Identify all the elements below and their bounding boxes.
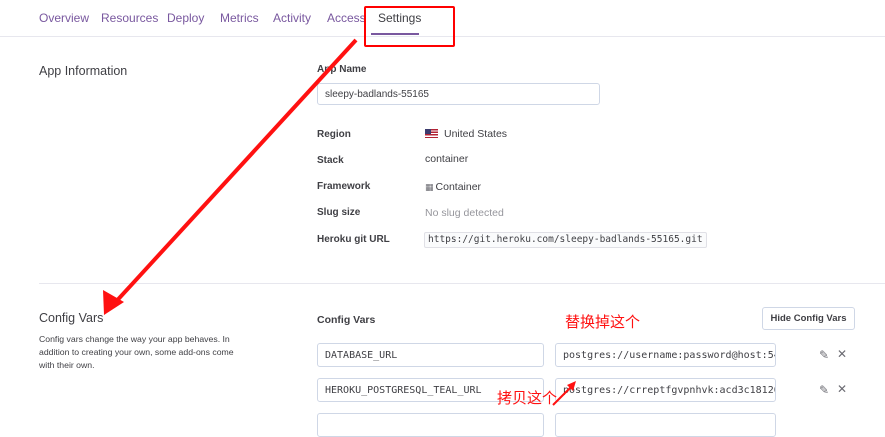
region-value: United States bbox=[425, 128, 507, 140]
config-value-input[interactable]: postgres://username:password@host:5432 bbox=[555, 343, 776, 367]
arrow-to-config-vars bbox=[110, 38, 358, 308]
git-url-label: Heroku git URL bbox=[317, 234, 390, 245]
config-vars-section-title: Config Vars bbox=[39, 311, 104, 325]
tab-access[interactable]: Access bbox=[327, 11, 366, 25]
config-value-input[interactable]: postgres://crreptfgvpnhvk:acd3c181206c bbox=[555, 378, 776, 402]
stack-value: container bbox=[425, 153, 469, 165]
region-text: United States bbox=[444, 128, 508, 140]
tab-metrics[interactable]: Metrics bbox=[220, 11, 259, 25]
delete-icon[interactable]: ✕ bbox=[837, 347, 847, 361]
framework-value: ▦ Container bbox=[425, 181, 481, 193]
container-icon: ▦ bbox=[425, 182, 434, 192]
framework-label: Framework bbox=[317, 181, 371, 192]
slug-size-label: Slug size bbox=[317, 207, 361, 218]
us-flag-icon bbox=[425, 129, 438, 138]
config-vars-table-title: Config Vars bbox=[317, 314, 376, 326]
annotation-copy-this: 拷贝这个 bbox=[497, 389, 558, 407]
edit-icon[interactable]: ✎ bbox=[819, 348, 829, 362]
slug-size-value: No slug detected bbox=[425, 207, 504, 219]
annotation-replace-this: 替换掉这个 bbox=[565, 313, 641, 331]
hide-config-vars-button[interactable]: Hide Config Vars bbox=[762, 307, 855, 330]
framework-text: Container bbox=[435, 181, 482, 193]
delete-icon[interactable]: ✕ bbox=[837, 382, 847, 396]
edit-icon[interactable]: ✎ bbox=[819, 383, 829, 397]
section-divider bbox=[39, 283, 885, 284]
arrowhead-config-vars bbox=[103, 290, 124, 315]
settings-highlight-box bbox=[364, 6, 455, 47]
app-information-title: App Information bbox=[39, 64, 128, 78]
config-key-input[interactable]: DATABASE_URL bbox=[317, 343, 544, 367]
app-name-input[interactable]: sleepy-badlands-55165 bbox=[317, 83, 600, 105]
region-label: Region bbox=[317, 129, 351, 140]
stack-label: Stack bbox=[317, 155, 344, 166]
config-vars-description: Config vars change the way your app beha… bbox=[39, 334, 234, 370]
tab-deploy[interactable]: Deploy bbox=[167, 11, 204, 25]
tab-overview[interactable]: Overview bbox=[39, 11, 89, 25]
tab-resources[interactable]: Resources bbox=[101, 11, 158, 25]
tab-activity[interactable]: Activity bbox=[273, 11, 311, 25]
git-url-value[interactable]: https://git.heroku.com/sleepy-badlands-5… bbox=[424, 232, 707, 248]
app-name-label: App Name bbox=[317, 64, 367, 75]
